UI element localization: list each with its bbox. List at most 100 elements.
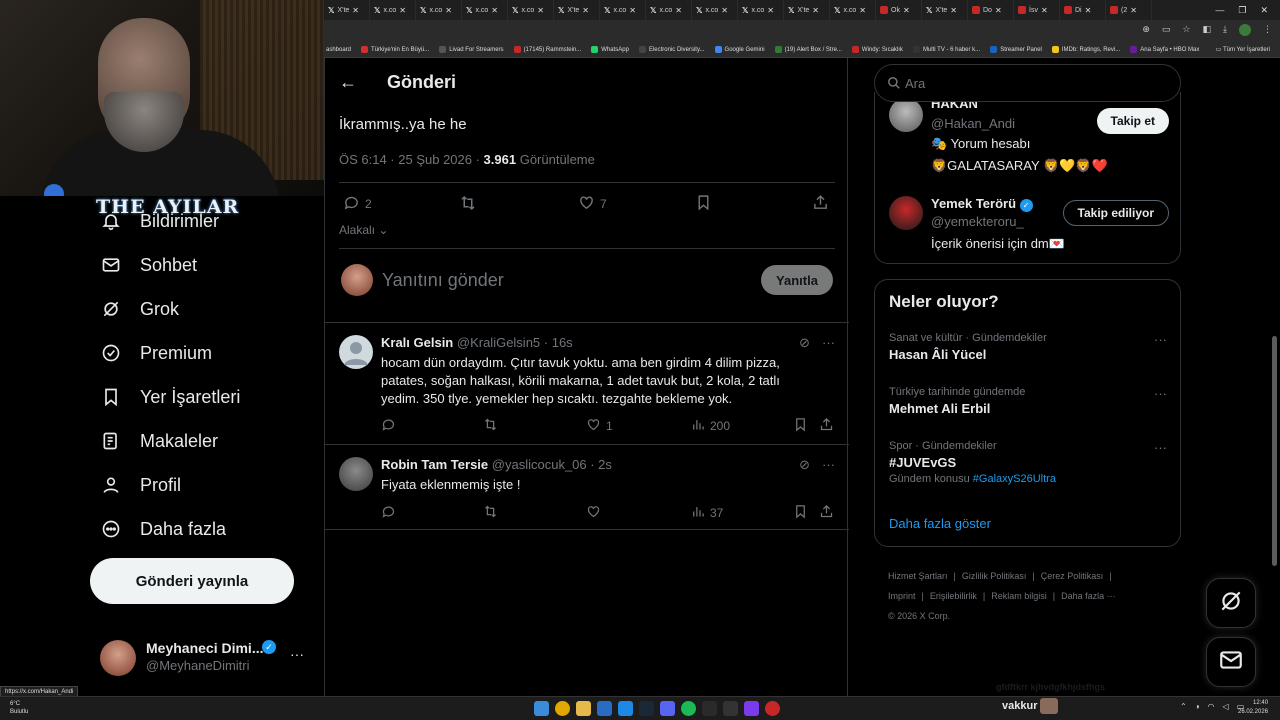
share-action[interactable] [819,417,834,435]
reply-button[interactable]: Yanıtla [761,265,833,295]
tweet-author-handle[interactable]: @yaslicocuk_06 · 2s [492,457,612,472]
bookmark-item[interactable]: Google Gemini [714,46,765,53]
app-icon[interactable] [723,701,738,716]
reply-action[interactable] [381,417,396,435]
chrome-icon[interactable] [555,701,570,716]
trend-sub-link[interactable]: #GalaxyS26Ultra [973,473,1056,485]
restore-icon[interactable]: ❐ [1238,5,1246,16]
user-handle[interactable]: @yemekteroru_ [931,214,1024,229]
close-tab-icon[interactable]: ✕ [1130,6,1137,15]
obs-icon[interactable] [765,701,780,716]
bookmark-action[interactable] [793,417,808,435]
footer-link[interactable]: Erişilebilirlik [930,591,977,601]
address-bar[interactable]: ⊕ ▭ ☆ ◧ ⤓ ⋮ [324,20,1280,42]
app-icon[interactable] [597,701,612,716]
bookmark-item[interactable]: Streamer Panel [990,46,1042,53]
browser-tab[interactable]: (2 ✕ [1106,0,1152,20]
repost-action[interactable] [483,417,498,435]
weather-widget[interactable]: 6°C Bulutlu [10,700,28,716]
bookmark-item[interactable]: Ana Sayfa • HBO Max [1130,46,1199,53]
close-tab-icon[interactable]: ✕ [582,6,589,15]
nav-item-articles[interactable]: Makaleler [100,430,218,452]
folder-icon[interactable] [576,701,591,716]
download-icon[interactable]: ⤓ [1223,24,1227,36]
browser-tab[interactable]: Di ✕ [1060,0,1106,20]
following-button[interactable]: Takip ediliyor [1062,200,1169,226]
profile-avatar[interactable] [1239,24,1251,36]
browser-tab[interactable]: 𝕏x.co ✕ [692,0,738,20]
close-tab-icon[interactable]: ✕ [445,6,452,15]
all-bookmarks-link[interactable]: ▭ Tüm Yer İşaretleri [1216,46,1270,53]
reply-action[interactable] [381,504,396,522]
nav-item-grok[interactable]: Grok [100,298,179,320]
menu-icon[interactable]: ⋮ [1263,24,1272,36]
close-tab-icon[interactable]: ✕ [812,6,819,15]
tweet-author-handle[interactable]: @KraliGelsin5 · 16s [457,335,573,350]
more-icon[interactable]: ··· [1154,440,1167,455]
tweet-author-name[interactable]: Robin Tam Tersie [381,457,488,472]
clock[interactable]: 12:40 26.02.2026 [1238,699,1268,717]
star-icon[interactable]: ☆ [1182,24,1190,36]
browser-tab[interactable]: Do ✕ [968,0,1014,20]
footer-link[interactable]: Daha fazla ··· [1061,591,1116,601]
footer-link[interactable]: Hizmet Şartları [888,571,948,581]
user-name-row[interactable]: Yemek Terörü ✓ [931,196,1033,212]
bookmark-item[interactable]: Türkiye'nin En Büyü... [361,46,429,53]
bookmark-item[interactable]: Livad For Streamers [439,46,504,53]
reply-tweet[interactable]: Kralı Gelsin @KraliGelsin5 · 16s ⊘ ··· h… [325,322,849,444]
close-window-icon[interactable]: ✕ [1260,5,1268,16]
close-tab-icon[interactable]: ✕ [950,6,957,15]
epic-icon[interactable] [702,701,717,716]
footer-link[interactable]: Imprint [888,591,916,601]
reply-action[interactable]: 2 [343,194,372,214]
nav-item-profile[interactable]: Profil [100,474,181,496]
like-action[interactable]: 7 [578,194,607,214]
browser-tab[interactable]: 𝕏x.co ✕ [416,0,462,20]
wifi-icon[interactable]: ◠ [1208,702,1215,711]
close-tab-icon[interactable]: ✕ [352,6,359,15]
trend-item[interactable]: Spor · Gündemdekiler #JUVEvGS Gündem kon… [889,440,1167,485]
close-tab-icon[interactable]: ✕ [859,6,866,15]
bookmark-item[interactable]: WhatsApp [591,46,629,53]
bookmark-item[interactable]: (19) Alert Box / Stre... [774,46,842,53]
nav-item-more[interactable]: Daha fazla [100,518,226,540]
close-tab-icon[interactable]: ✕ [675,6,682,15]
browser-tab[interactable]: 𝕏x.co ✕ [646,0,692,20]
browser-tab[interactable]: 𝕏x.co ✕ [738,0,784,20]
avatar[interactable] [889,98,923,132]
close-tab-icon[interactable]: ✕ [1085,6,1092,15]
footer-link[interactable]: Reklam bilgisi [991,591,1047,601]
chevron-up-icon[interactable]: ⌃ [1180,702,1187,711]
share-action[interactable] [812,194,829,214]
bookmark-action[interactable] [793,504,808,522]
post-timestamp[interactable]: ÖS 6:14 · 25 Şub 2026 · [339,152,484,167]
close-tab-icon[interactable]: ✕ [767,6,774,15]
spotify-icon[interactable] [681,701,696,716]
browser-tab[interactable]: 𝕏x.co ✕ [508,0,554,20]
trend-item[interactable]: Sanat ve kültür · Gündemdekiler Hasan Âl… [889,332,1167,362]
bookmark-item[interactable]: ashboard [326,47,351,53]
repost-action[interactable] [483,504,498,522]
grok-icon[interactable]: ⊘ [799,335,810,351]
browser-tab[interactable]: 𝕏x.co ✕ [830,0,876,20]
reply-input[interactable]: Yanıtını gönder [382,270,504,291]
like-action[interactable] [586,504,606,522]
account-more-icon[interactable]: ··· [290,646,304,662]
more-icon[interactable]: ··· [822,335,835,351]
show-more-link[interactable]: Daha fazla göster [889,516,991,531]
scrollbar[interactable] [1272,336,1277,566]
views-action[interactable]: 37 [690,504,723,522]
reply-tweet[interactable]: Robin Tam Tersie @yaslicocuk_06 · 2s ⊘ ·… [325,444,849,530]
bookmark-item[interactable]: Multi TV - 6 haber k... [912,46,980,53]
related-dropdown[interactable]: Alakalı ⌄ [339,223,388,237]
repost-action[interactable] [459,194,477,215]
avatar[interactable] [339,335,373,369]
close-tab-icon[interactable]: ✕ [491,6,498,15]
footer-link[interactable]: Gizlilik Politikası [962,571,1027,581]
browser-tab[interactable]: İsv ✕ [1014,0,1060,20]
footer-link[interactable]: Çerez Politikası [1041,571,1104,581]
steam-icon[interactable] [639,701,654,716]
nav-item-notifications[interactable]: Bildirimler [100,210,219,232]
app-tray-icon[interactable]: ◑ [1195,702,1200,711]
user-name[interactable]: Yemek Terörü [931,196,1016,211]
